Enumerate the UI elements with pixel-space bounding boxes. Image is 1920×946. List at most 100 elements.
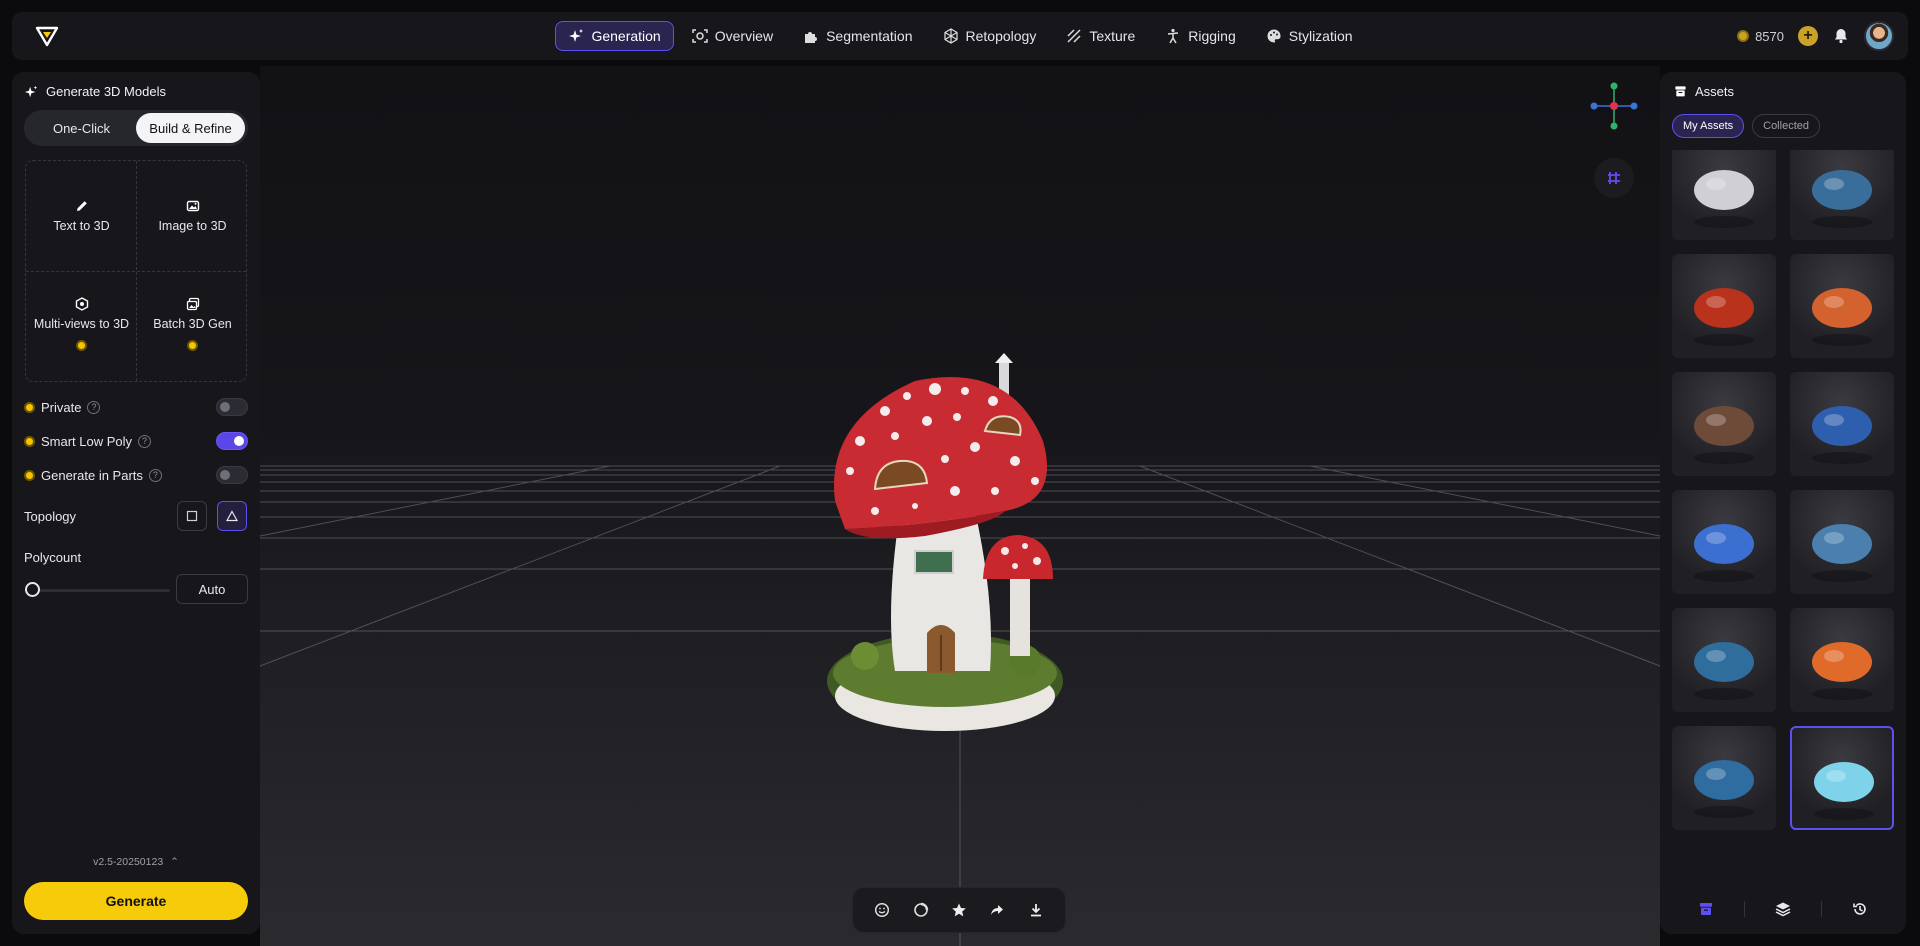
smart-low-poly-toggle[interactable]	[216, 432, 248, 450]
axis-gizmo[interactable]	[1586, 78, 1642, 134]
multi-views-to-3d-button[interactable]: Multi-views to 3D	[26, 273, 137, 375]
tab-build-refine[interactable]: Build & Refine	[136, 113, 245, 143]
mode-label: Multi-views to 3D	[33, 317, 130, 331]
generate-panel: Generate 3D Models One-Click Build & Ref…	[12, 72, 260, 934]
tab-label: Overview	[714, 28, 774, 44]
avatar[interactable]	[1864, 21, 1894, 51]
tab-label: Texture	[1089, 28, 1136, 44]
assets-title: Assets	[1674, 84, 1734, 99]
tab-label: Segmentation	[826, 28, 913, 44]
tab-my-assets[interactable]: My Assets	[1672, 114, 1745, 138]
download-icon[interactable]	[1026, 900, 1046, 920]
archive-icon	[1675, 86, 1686, 97]
tab-overview[interactable]: Overview	[680, 21, 785, 51]
help-icon[interactable]: ?	[87, 400, 101, 414]
tab-label: Generation	[591, 28, 661, 44]
asset-thumbnail[interactable]	[1790, 726, 1894, 830]
3d-viewport[interactable]	[260, 66, 1660, 946]
tab-generation[interactable]: Generation	[555, 21, 674, 51]
smart-low-poly-option: Smart Low Poly ?	[24, 431, 248, 451]
triangle-icon	[226, 510, 238, 522]
bell-icon[interactable]	[1832, 27, 1850, 45]
asset-thumbnail[interactable]	[1672, 150, 1776, 240]
share-icon[interactable]	[987, 900, 1007, 920]
asset-thumbnail[interactable]	[1790, 490, 1894, 594]
assets-footer	[1660, 894, 1906, 924]
main-nav: Generation Overview Segmentation Retopol…	[12, 21, 1908, 51]
scan-icon	[691, 29, 708, 43]
sparkle-icon	[569, 29, 584, 42]
polycount-slider-handle[interactable]	[25, 582, 40, 597]
asset-grid	[1672, 150, 1896, 830]
polycount-slider[interactable]	[32, 589, 170, 592]
version-selector[interactable]: v2.5-20250123 ⌃	[12, 856, 260, 868]
batch-3d-gen-button[interactable]: Batch 3D Gen	[137, 273, 248, 375]
viewport-toolbar	[852, 887, 1066, 933]
tab-stylization[interactable]: Stylization	[1254, 21, 1365, 51]
asset-thumbnail[interactable]	[1790, 254, 1894, 358]
multiview-icon	[75, 297, 88, 311]
grid-icon	[1608, 172, 1620, 184]
mode-label: Text to 3D	[53, 219, 110, 233]
asset-thumbnail[interactable]	[1672, 372, 1776, 476]
premium-badge-icon	[24, 401, 35, 413]
chevron-up-icon: ⌃	[170, 856, 179, 868]
premium-badge-icon	[76, 340, 87, 351]
puzzle-icon	[805, 32, 818, 43]
assets-tabs: My Assets Collected	[1672, 114, 1820, 138]
premium-badge-icon	[24, 469, 35, 481]
mode-label: Image to 3D	[158, 219, 227, 233]
asset-thumbnail[interactable]	[1790, 150, 1894, 240]
tab-label: Stylization	[1288, 28, 1353, 44]
generate-in-parts-option: Generate in Parts ?	[24, 465, 248, 485]
mesh-icon	[943, 28, 958, 44]
star-icon[interactable]	[949, 900, 969, 920]
tab-segmentation[interactable]: Segmentation	[791, 21, 924, 51]
layers-icon[interactable]	[1774, 900, 1792, 918]
tab-collected[interactable]: Collected	[1752, 114, 1820, 138]
tab-texture[interactable]: Texture	[1054, 21, 1147, 51]
add-credits-button[interactable]: +	[1798, 26, 1818, 46]
mushroom-house-model	[827, 353, 1063, 731]
asset-thumbnail[interactable]	[1672, 726, 1776, 830]
help-icon[interactable]: ?	[138, 434, 152, 448]
private-option: Private ?	[24, 397, 248, 417]
polycount-label: Polycount	[24, 550, 82, 565]
tab-one-click[interactable]: One-Click	[27, 113, 136, 143]
version-label: v2.5-20250123	[93, 856, 164, 868]
view-settings-button[interactable]	[1594, 158, 1634, 198]
asset-thumbnail[interactable]	[1672, 608, 1776, 712]
generate-button[interactable]: Generate	[24, 882, 248, 920]
assets-panel: Assets My Assets Collected	[1660, 72, 1906, 934]
asset-thumbnail[interactable]	[1672, 254, 1776, 358]
help-icon[interactable]: ?	[148, 468, 162, 482]
archive-icon[interactable]	[1697, 900, 1715, 918]
batch-icon	[186, 297, 199, 311]
mode-label: Batch 3D Gen	[153, 317, 232, 331]
assets-title-text: Assets	[1695, 84, 1735, 99]
generate-in-parts-toggle[interactable]	[216, 466, 248, 484]
circle-icon[interactable]	[911, 900, 931, 920]
option-label: Generate in Parts	[41, 467, 143, 483]
topology-quad-button[interactable]	[177, 501, 207, 531]
figure-icon	[1168, 28, 1179, 44]
smile-icon[interactable]	[872, 900, 892, 920]
texture-icon	[1067, 29, 1081, 43]
asset-thumbnail[interactable]	[1790, 372, 1894, 476]
generation-modes: Text to 3D Image to 3D Multi-views to 3D…	[25, 160, 247, 382]
asset-thumbnail[interactable]	[1790, 608, 1894, 712]
history-icon[interactable]	[1851, 900, 1869, 918]
text-to-3d-button[interactable]: Text to 3D	[26, 165, 137, 267]
tab-retopology[interactable]: Retopology	[931, 21, 1049, 51]
asset-thumbnail[interactable]	[1672, 490, 1776, 594]
credits: 8570	[1737, 29, 1784, 44]
sparkle-icon	[24, 85, 38, 97]
image-to-3d-button[interactable]: Image to 3D	[137, 165, 248, 267]
polycount-value[interactable]: Auto	[176, 574, 248, 604]
panel-title-text: Generate 3D Models	[46, 84, 166, 99]
option-label: Smart Low Poly	[41, 433, 133, 449]
tab-rigging[interactable]: Rigging	[1153, 21, 1247, 51]
topology-triangle-button[interactable]	[217, 501, 247, 531]
premium-badge-icon	[187, 340, 198, 351]
private-toggle[interactable]	[216, 398, 248, 416]
